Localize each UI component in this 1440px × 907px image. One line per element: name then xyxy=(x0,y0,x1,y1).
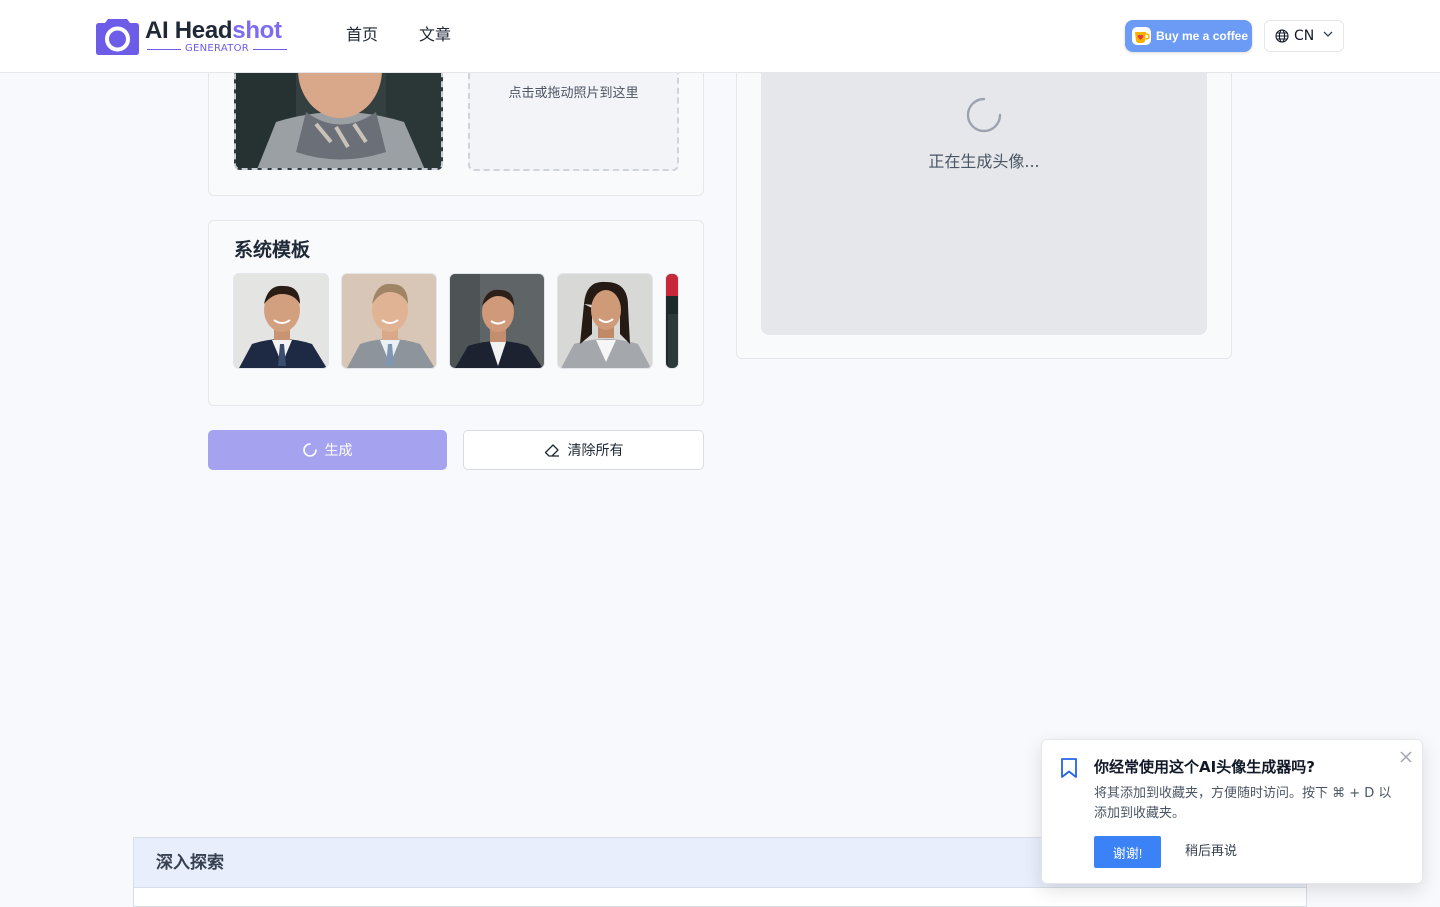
clear-all-button[interactable]: 清除所有 xyxy=(463,430,704,470)
template-thumb-3[interactable] xyxy=(449,273,545,369)
eraser-icon xyxy=(544,444,559,457)
camera-logo-icon xyxy=(96,19,139,55)
nav-item-home[interactable]: 首页 xyxy=(346,24,378,46)
generate-button-label: 生成 xyxy=(324,442,353,458)
template-thumb-1[interactable] xyxy=(233,273,329,369)
nav-item-articles[interactable]: 文章 xyxy=(419,24,451,46)
logo-text-main: AI Head xyxy=(145,17,233,44)
clear-all-label: 清除所有 xyxy=(567,442,624,458)
explore-title: 深入探索 xyxy=(156,853,224,873)
bookmark-popup-description: 将其添加到收藏夹，方便随时访问。按下 ⌘ + D 以添加到收藏夹。 xyxy=(1094,786,1392,821)
globe-icon xyxy=(1275,29,1289,43)
buy-me-a-coffee-button[interactable]: Buy me a coffee xyxy=(1125,20,1252,52)
template-woman-grey-blazer-image xyxy=(558,274,652,368)
bookmark-popup: 你经常使用这个AI头像生成器吗? 将其添加到收藏夹，方便随时访问。按下 ⌘ + … xyxy=(1041,739,1423,884)
coffee-button-label: Buy me a coffee xyxy=(1156,29,1249,43)
generating-status: 正在生成头像... xyxy=(928,152,1040,171)
logo-text-accent: shot xyxy=(232,17,282,44)
template-man-navy-suit-image xyxy=(234,274,328,368)
template-man-grey-suit-image xyxy=(342,274,436,368)
top-header: AI Headshot GENERATOR 首页 文章 Buy me a cof… xyxy=(0,0,1440,73)
logo-subtitle: GENERATOR xyxy=(147,43,287,55)
template-thumb-4[interactable] xyxy=(557,273,653,369)
template-partial-image xyxy=(666,274,678,368)
bookmark-thanks-button[interactable]: 谢谢! xyxy=(1094,836,1161,868)
bookmark-popup-title: 你经常使用这个AI头像生成器吗? xyxy=(1094,758,1315,776)
loading-spinner-icon xyxy=(966,97,1002,133)
language-code: CN xyxy=(1294,28,1315,44)
close-icon[interactable] xyxy=(1399,750,1413,764)
drop-zone-label: 点击或拖动照片到这里 xyxy=(508,86,639,101)
bookmark-later-link[interactable]: 稍后再说 xyxy=(1185,843,1237,861)
loading-spinner-icon xyxy=(302,443,317,457)
generate-button[interactable]: 生成 xyxy=(208,430,447,470)
chevron-down-icon xyxy=(1323,31,1333,37)
language-selector[interactable]: CN xyxy=(1264,20,1344,52)
templates-title: 系统模板 xyxy=(234,239,311,261)
site-logo[interactable]: AI Headshot GENERATOR xyxy=(96,16,296,58)
template-thumb-2[interactable] xyxy=(341,273,437,369)
bookmark-icon xyxy=(1061,758,1077,778)
template-thumb-5[interactable] xyxy=(665,273,679,369)
coffee-cup-icon xyxy=(1132,27,1151,45)
logo-wordmark: AI Headshot xyxy=(145,16,282,46)
template-man-dark-suit-image xyxy=(450,274,544,368)
